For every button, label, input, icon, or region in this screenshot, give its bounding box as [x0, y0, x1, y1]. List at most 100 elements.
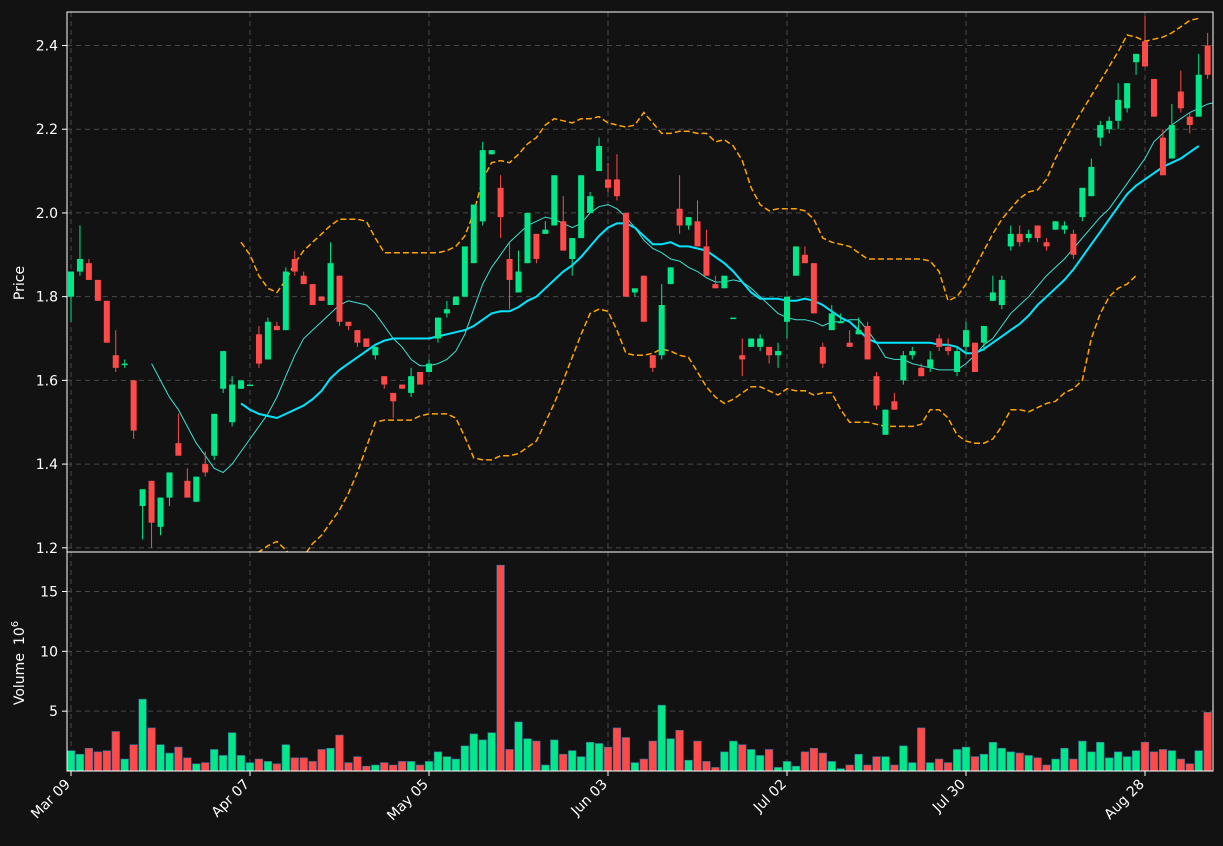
- candle-body: [945, 346, 952, 352]
- candle-body: [882, 409, 889, 435]
- volume-bar: [666, 738, 675, 772]
- volume-bar: [1078, 740, 1087, 772]
- volume-bar: [192, 763, 201, 772]
- volume-bar: [559, 753, 568, 772]
- volume-bar: [952, 749, 962, 772]
- volume-bar: [1105, 757, 1114, 772]
- volume-bar: [747, 749, 756, 772]
- volume-bar: [612, 727, 622, 772]
- volume-bar: [1158, 749, 1167, 772]
- candle-body: [175, 443, 182, 456]
- candle-body: [596, 145, 603, 172]
- volume-bar: [917, 727, 926, 772]
- volume-bar: [621, 737, 630, 772]
- candle-body: [846, 342, 853, 347]
- candle-body: [1150, 78, 1157, 117]
- volume-bar: [568, 750, 577, 772]
- volume-bar: [1114, 751, 1123, 772]
- volume-bar: [899, 745, 908, 772]
- volume-bar: [1140, 741, 1150, 772]
- candle-body: [157, 497, 164, 527]
- volume-bar: [514, 721, 523, 772]
- volume-bar: [800, 751, 809, 772]
- candle-body: [810, 263, 817, 314]
- chart-canvas: Price Volume106 Mar 09 Apr 07 May 05 Jun 03…: [0, 0, 1223, 842]
- candle-body: [85, 263, 92, 280]
- volume-bar: [648, 740, 657, 772]
- volume-bar: [174, 746, 183, 772]
- volume-bar: [281, 744, 290, 772]
- candle-body: [533, 233, 540, 259]
- candle-body: [1186, 116, 1193, 126]
- volume-bar: [1096, 741, 1105, 772]
- volume-axis-exponent-power: 6: [10, 621, 21, 627]
- candle-body: [1168, 125, 1175, 159]
- volume-bar: [129, 744, 138, 772]
- candle-body: [989, 292, 996, 301]
- volume-bar: [371, 764, 380, 772]
- price-tick-label: 2.0: [36, 206, 58, 222]
- volume-bar: [657, 704, 666, 772]
- volume-bar: [523, 738, 532, 772]
- candle-body: [282, 271, 289, 331]
- candle-body: [497, 187, 504, 218]
- volume-bar: [156, 744, 165, 772]
- volume-bar: [782, 761, 792, 772]
- volume-bar: [505, 749, 514, 772]
- candle-body: [542, 229, 549, 234]
- candle-body: [255, 334, 262, 364]
- candle-body: [918, 367, 925, 377]
- volume-bar: [335, 734, 344, 772]
- price-tick-label: 2.4: [36, 38, 58, 54]
- candle-body: [1070, 233, 1077, 255]
- volume-bar: [756, 755, 765, 772]
- volume-bar: [702, 761, 711, 772]
- candle-body: [622, 212, 629, 297]
- candle-body: [1106, 120, 1113, 130]
- candle-body: [891, 401, 898, 410]
- volume-bar: [764, 749, 774, 772]
- candle-body: [238, 380, 245, 389]
- volume-bar: [66, 750, 76, 772]
- volume-bar: [478, 739, 487, 772]
- volume-bar: [908, 762, 917, 772]
- candle-body: [211, 413, 218, 456]
- candle-body: [264, 321, 271, 360]
- candle-body: [703, 246, 710, 276]
- volume-bar: [120, 758, 129, 772]
- candle-body: [775, 351, 782, 356]
- volume-bar: [326, 747, 335, 772]
- price-tick-label: 1.4: [36, 457, 58, 473]
- candle-body: [148, 480, 155, 523]
- candle-body: [488, 150, 495, 155]
- candle-body: [112, 355, 119, 368]
- candle-body: [739, 355, 746, 360]
- candle-body: [1061, 225, 1068, 230]
- candle-body: [909, 351, 916, 356]
- volume-bar: [675, 730, 684, 772]
- candle-body: [193, 476, 200, 502]
- volume-bar: [943, 762, 953, 772]
- volume-bar: [102, 750, 111, 772]
- volume-bar: [84, 747, 93, 772]
- candle-body: [578, 175, 585, 239]
- candle-body: [121, 363, 128, 366]
- volume-bar: [603, 746, 613, 772]
- volume-bar: [398, 761, 407, 772]
- candle-body: [417, 372, 424, 385]
- volume-bar: [183, 757, 192, 772]
- candle-body: [748, 338, 755, 347]
- volume-bar: [827, 761, 836, 772]
- candle-body: [1097, 125, 1104, 138]
- candle-body: [936, 338, 943, 347]
- candle-body: [390, 392, 397, 402]
- volume-bar: [451, 758, 460, 772]
- candle-body: [1088, 166, 1095, 197]
- candle-body: [202, 464, 209, 473]
- candle-body: [184, 480, 191, 498]
- volume-bar: [290, 757, 299, 772]
- volume-bar: [1149, 751, 1159, 772]
- volume-bar: [272, 763, 281, 772]
- candle-body: [166, 472, 173, 498]
- candle-body: [345, 321, 352, 326]
